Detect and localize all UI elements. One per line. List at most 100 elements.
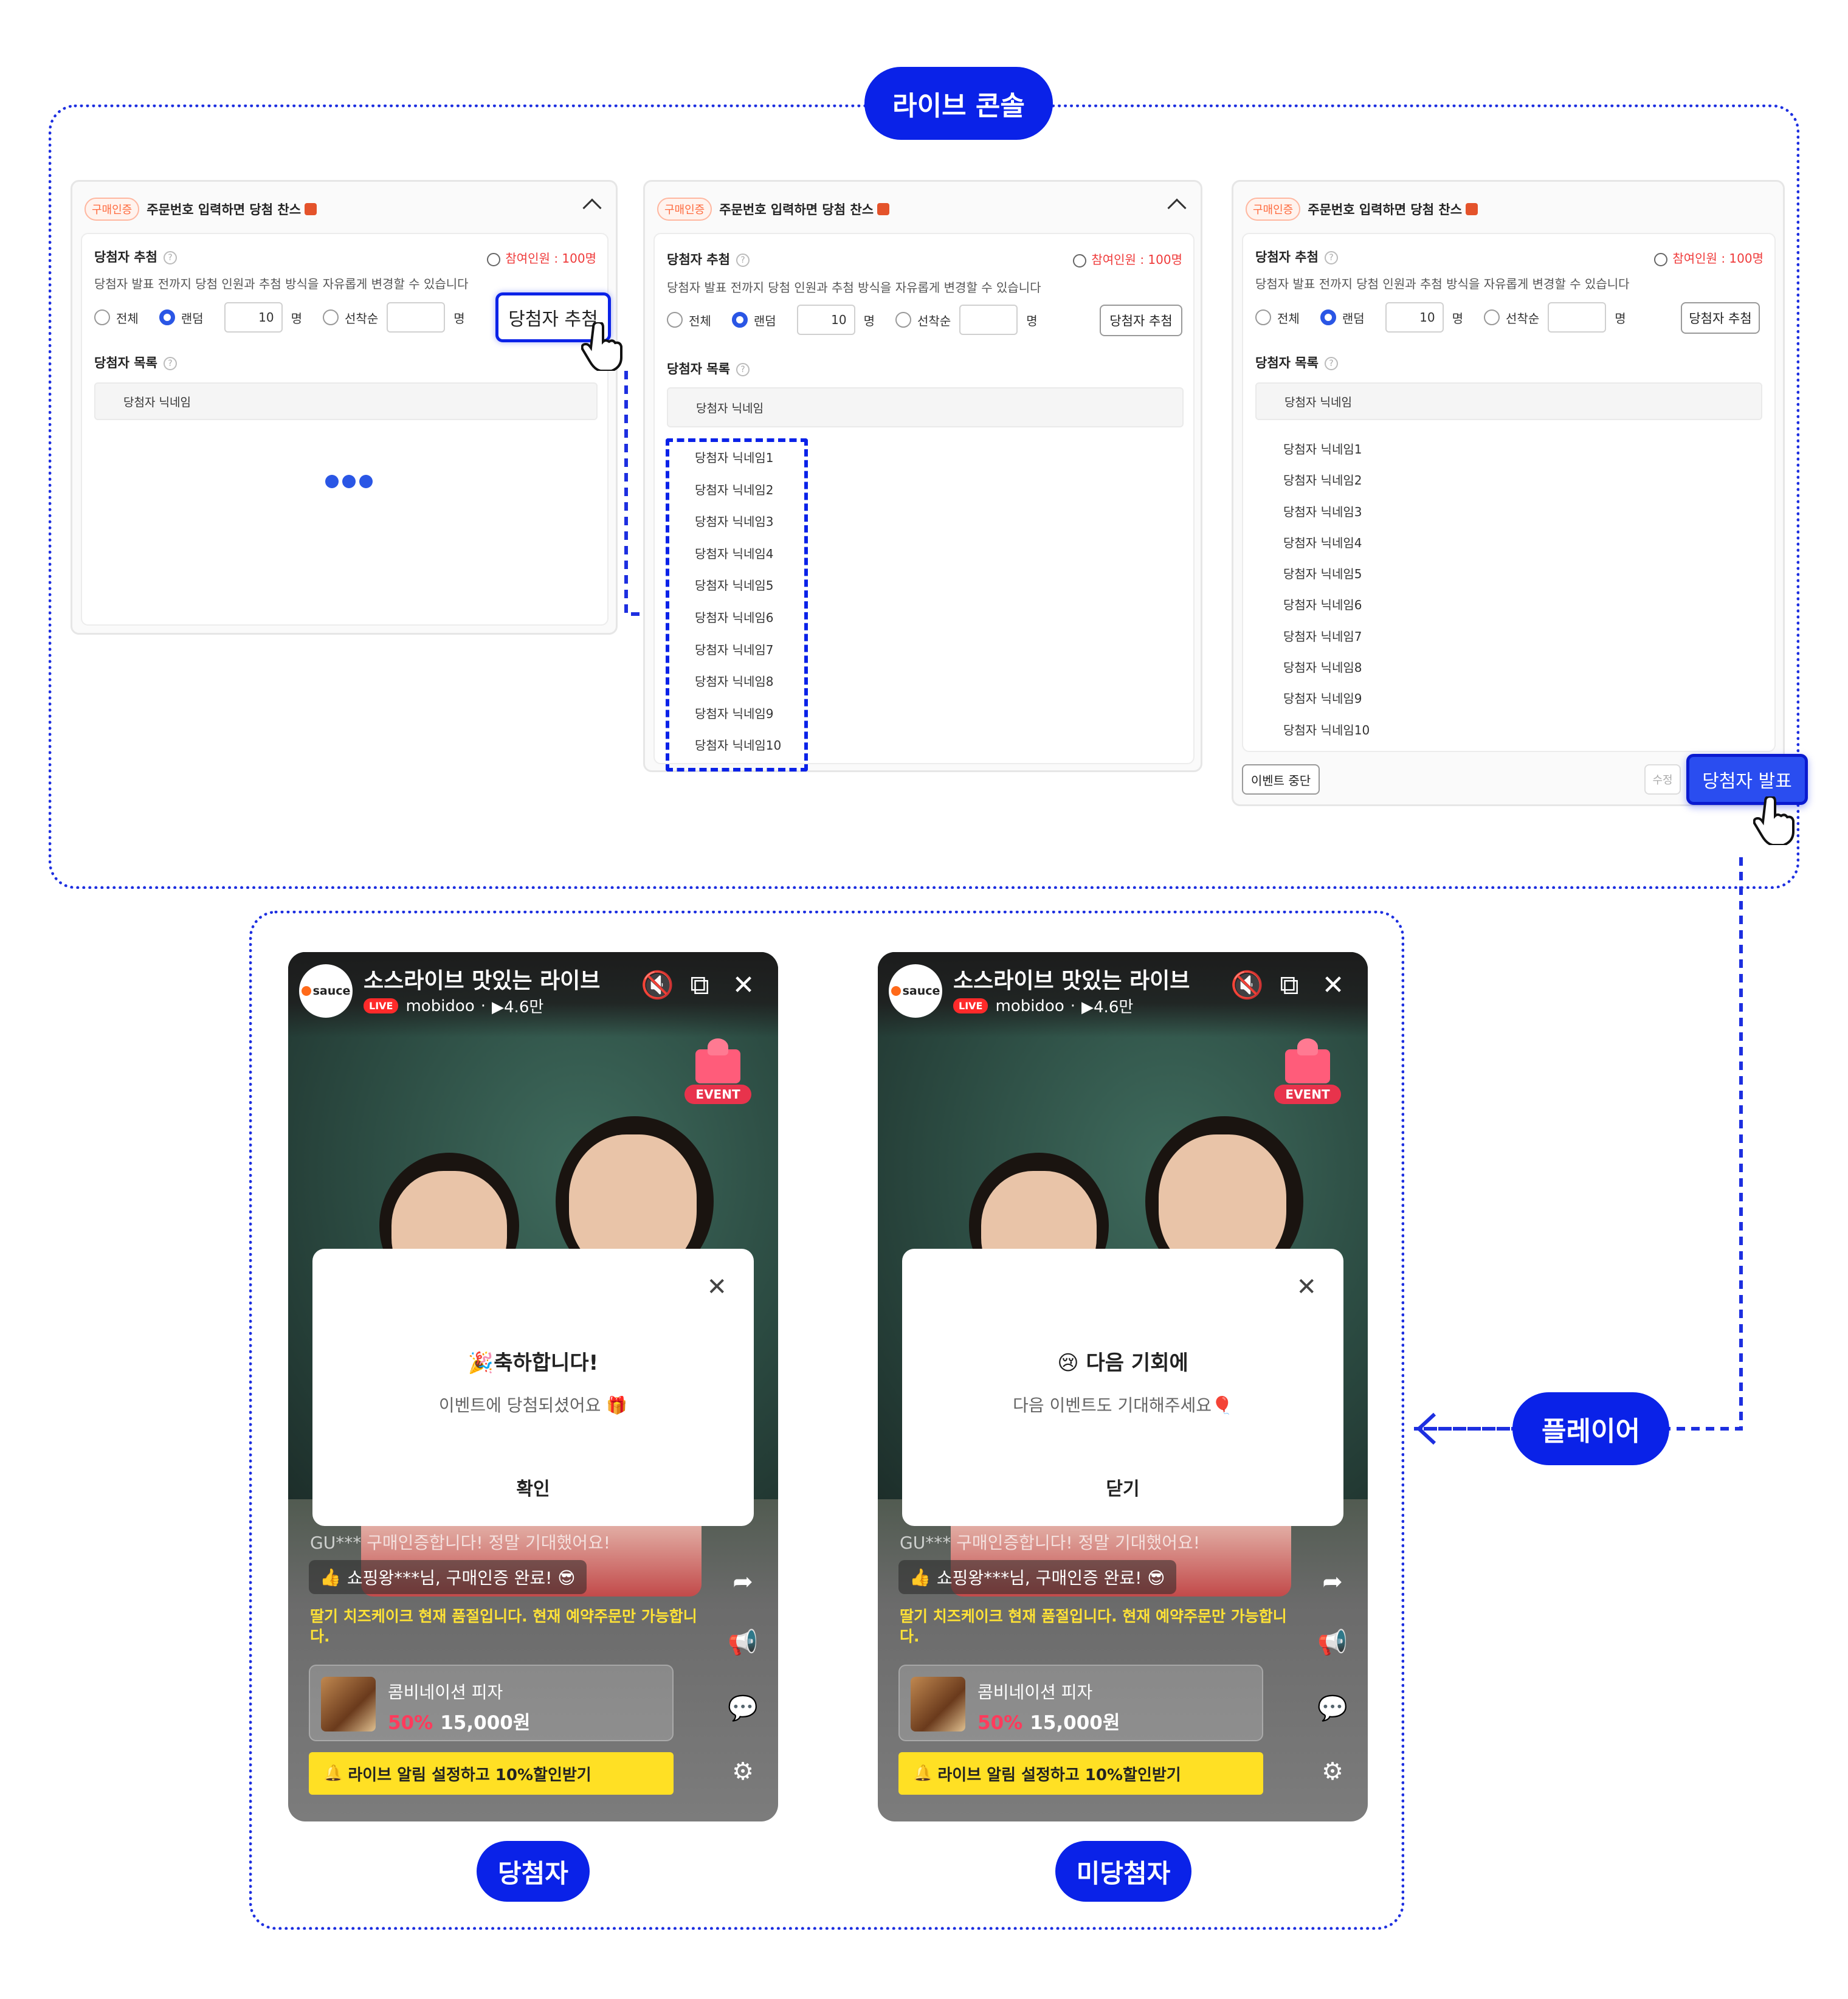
close-button[interactable]: 닫기: [902, 1474, 1343, 1500]
stream-title: 소스라이브 맛있는 라이브: [953, 968, 1190, 993]
option-all-label: 전체: [1277, 311, 1300, 326]
chat-message-highlight: 👍 쇼핑왕***님, 구매인증 완료! 😎: [309, 1560, 587, 1594]
help-icon[interactable]: ?: [163, 251, 177, 264]
list-item: 당첨자 닉네임7: [695, 642, 774, 657]
chat-icon[interactable]: 💬: [727, 1693, 759, 1724]
list-heading: 당첨자 목록?: [1255, 353, 1338, 371]
radio-all[interactable]: [667, 312, 683, 328]
help-icon[interactable]: ?: [1324, 251, 1338, 264]
chevron-up-icon[interactable]: [1167, 198, 1187, 218]
list-item: 당첨자 닉네임5: [695, 578, 774, 593]
flow-arrow-2: [1410, 857, 1743, 1431]
product-name: 콤비네이션 피자: [977, 1682, 1093, 1702]
list-item: 당첨자 닉네임9: [695, 706, 774, 721]
unit-label: 명: [1026, 313, 1038, 328]
draw-heading: 당첨자 추첨?: [1255, 247, 1338, 266]
settings-gear-icon[interactable]: ⚙: [1317, 1756, 1348, 1787]
brand-logo[interactable]: sauce: [299, 964, 353, 1018]
megaphone-icon[interactable]: 📢: [1317, 1627, 1348, 1659]
live-alarm-banner[interactable]: 🔔 라이브 알림 설정하고 10%할인받기: [309, 1752, 674, 1795]
draw-button[interactable]: 당첨자 추첨: [1100, 305, 1182, 336]
gift-icon: [305, 203, 317, 215]
live-alarm-banner[interactable]: 🔔 라이브 알림 설정하고 10%할인받기: [898, 1752, 1263, 1795]
radio-random[interactable]: [159, 309, 175, 325]
chat-icon[interactable]: 💬: [1317, 1693, 1348, 1724]
settings-gear-icon[interactable]: ⚙: [727, 1756, 759, 1787]
radio-order[interactable]: [895, 312, 912, 328]
radio-all[interactable]: [1255, 309, 1271, 325]
order-count-input[interactable]: [387, 302, 446, 333]
panel-title: 주문번호 입력하면 당첨 찬스: [1308, 202, 1463, 217]
megaphone-icon[interactable]: 📢: [727, 1627, 759, 1659]
list-item: 당첨자 닉네임1: [695, 451, 774, 465]
unit-label: 명: [291, 311, 303, 326]
event-gift-icon[interactable]: EVENT: [1274, 1037, 1341, 1104]
radio-order[interactable]: [323, 309, 339, 325]
product-card[interactable]: 콤비네이션 피자 50% 15,000원: [898, 1665, 1263, 1741]
pip-icon[interactable]: ⧉: [1274, 970, 1305, 1001]
help-icon[interactable]: ?: [736, 363, 750, 376]
winner-table-header: 당첨자 닉네임: [1255, 382, 1762, 420]
draw-heading: 당첨자 추첨?: [94, 247, 177, 266]
chat-message-faded: GU*** 구매인증합니다! 정말 기대했어요!: [900, 1533, 1200, 1553]
user-icon: [487, 252, 501, 266]
random-count-input[interactable]: 10: [1385, 302, 1444, 333]
draw-heading: 당첨자 추첨?: [667, 250, 750, 268]
pip-icon[interactable]: ⧉: [684, 970, 715, 1001]
random-count-input[interactable]: 10: [224, 302, 283, 333]
close-icon[interactable]: ✕: [728, 970, 759, 1001]
view-count: ▶4.6만: [492, 998, 544, 1017]
order-count-input[interactable]: [1548, 302, 1607, 333]
channel-name[interactable]: mobidoo: [995, 997, 1064, 1015]
channel-name[interactable]: mobidoo: [405, 997, 474, 1015]
product-price: 50% 15,000원: [977, 1712, 1120, 1734]
player-winner-screen: sauce 소스라이브 맛있는 라이브 LIVE mobidoo · ▶4.6만…: [288, 952, 778, 1821]
radio-random[interactable]: [731, 312, 748, 328]
list-item: 당첨자 닉네임5: [1283, 567, 1362, 582]
pointer-hand-icon: [1753, 796, 1795, 845]
mute-icon[interactable]: 🔇: [1230, 970, 1264, 1001]
modal-close-icon[interactable]: ✕: [1296, 1273, 1317, 1301]
edit-button[interactable]: 수정: [1644, 764, 1681, 795]
share-icon[interactable]: ➦: [1317, 1566, 1348, 1598]
confirm-button[interactable]: 확인: [312, 1474, 754, 1500]
stop-event-button[interactable]: 이벤트 중단: [1242, 764, 1320, 795]
radio-order[interactable]: [1484, 309, 1500, 325]
radio-all[interactable]: [94, 309, 110, 325]
product-card[interactable]: 콤비네이션 피자 50% 15,000원: [309, 1665, 674, 1741]
panel-header[interactable]: 구매인증 주문번호 입력하면 당첨 찬스: [657, 195, 1188, 223]
unit-label: 명: [453, 311, 465, 326]
draw-options: 전체 랜덤 10 명 선착순 명: [1255, 302, 1626, 333]
user-icon: [1654, 252, 1668, 266]
console-section-label: 라이브 콘솔: [864, 67, 1053, 140]
participants-count: 참여인원 : 100명: [1073, 250, 1182, 268]
winner-list: 당첨자 닉네임1 당첨자 닉네임2 당첨자 닉네임3 당첨자 닉네임4 당첨자 …: [1283, 440, 1370, 751]
share-icon[interactable]: ➦: [727, 1566, 759, 1598]
stream-notice: 딸기 치즈케이크 현재 품절입니다. 현재 예약주문만 가능합니다.: [900, 1607, 1287, 1645]
list-item: 당첨자 닉네임8: [1283, 660, 1362, 675]
close-icon[interactable]: ✕: [1318, 970, 1348, 1001]
modal-close-icon[interactable]: ✕: [706, 1273, 727, 1301]
brand-logo[interactable]: sauce: [889, 964, 942, 1018]
help-icon[interactable]: ?: [736, 254, 750, 267]
order-count-input[interactable]: [959, 305, 1018, 335]
chat-message-faded: GU*** 구매인증합니다! 정말 기대했어요!: [310, 1533, 610, 1553]
chevron-up-icon[interactable]: [582, 198, 602, 218]
loser-modal: ✕ 😢 다음 기회에 다음 이벤트도 기대해주세요🎈 닫기: [902, 1249, 1343, 1526]
gift-icon: [1466, 203, 1478, 215]
participants-count: 참여인원 : 100명: [1654, 249, 1764, 266]
draw-card: 당첨자 추첨? 참여인원 : 100명 당첨자 발표 전까지 당첨 인원과 추첨…: [1242, 233, 1776, 752]
product-thumbnail: [321, 1677, 376, 1731]
event-gift-icon[interactable]: EVENT: [684, 1037, 751, 1104]
mute-icon[interactable]: 🔇: [641, 970, 674, 1001]
random-count-input[interactable]: 10: [796, 305, 855, 335]
list-item: 당첨자 닉네임9: [1283, 691, 1362, 706]
help-icon[interactable]: ?: [163, 357, 177, 370]
help-icon[interactable]: ?: [1324, 357, 1338, 370]
verify-badge: 구매인증: [84, 198, 140, 221]
panel-header[interactable]: 구매인증 주문번호 입력하면 당첨 찬스: [1246, 195, 1771, 223]
loading-indicator: [325, 475, 373, 488]
radio-random[interactable]: [1320, 309, 1336, 325]
draw-button[interactable]: 당첨자 추첨: [1681, 302, 1760, 334]
panel-header[interactable]: 구매인증 주문번호 입력하면 당첨 찬스: [84, 195, 604, 223]
